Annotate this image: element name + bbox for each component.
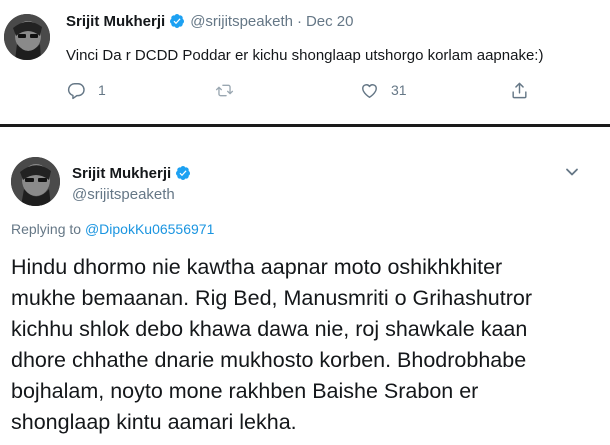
share-icon (512, 82, 527, 98)
tweet-header: Srijit Mukherji (72, 163, 196, 183)
replying-to: Replying to @DipokKu06556971 (11, 221, 214, 237)
author-name[interactable]: Srijit Mukherji (72, 165, 171, 182)
retweet-icon (215, 84, 234, 96)
reply-icon (67, 82, 85, 99)
reply-button[interactable]: 1 (67, 78, 106, 102)
tweet-actions: 1 31 (60, 78, 540, 102)
author-handle[interactable]: @srijitspeaketh (72, 186, 175, 203)
avatar-image (4, 14, 50, 60)
tweet-text-line: Hindu dhormo nie kawtha aapnar moto oshi… (11, 255, 503, 279)
avatar-image (11, 157, 60, 206)
like-count: 31 (391, 82, 407, 98)
chevron-down-icon[interactable] (564, 164, 580, 180)
share-button[interactable] (510, 78, 529, 102)
timeline-tweet[interactable]: Srijit Mukherji @srijitspeaketh · Dec 20… (0, 0, 610, 107)
tweet-text-line: bojhalam, noyto mone rakhben Baishe Srab… (11, 379, 479, 403)
reply-count: 1 (98, 82, 106, 98)
avatar[interactable] (4, 14, 50, 60)
tweet-text-line: shonglaap kintu aamari lekha. (11, 410, 297, 434)
like-button[interactable]: 31 (360, 78, 407, 102)
tweet-text: Vinci Da r DCDD Poddar er kichu shonglaa… (66, 47, 544, 64)
separator-dot: · (296, 12, 302, 30)
tweet-text-line: dhore chhathe dnarie mukhosto korben. Bh… (11, 348, 527, 372)
section-divider (0, 124, 610, 127)
tweet-date[interactable]: Dec 20 (306, 13, 354, 30)
verified-badge-icon (170, 14, 185, 28)
tweet-text-line: mukhe bemaanan. Rig Bed, Manusmriti o Gr… (11, 286, 533, 310)
mention-link[interactable]: @DipokKu06556971 (85, 221, 214, 237)
replying-to-label: Replying to (11, 221, 82, 237)
author-name[interactable]: Srijit Mukherji (66, 13, 165, 30)
tweet-text: Hindu dhormo nie kawtha aapnar moto oshi… (11, 252, 601, 438)
tweet-header: Srijit Mukherji @srijitspeaketh · Dec 20 (66, 11, 354, 31)
avatar[interactable] (11, 157, 60, 206)
retweet-button[interactable] (215, 78, 234, 102)
like-icon (362, 83, 377, 98)
verified-badge-icon (176, 166, 191, 180)
tweet-text-line: kichhu shlok debo khawa dawa nie, roj sh… (11, 317, 528, 341)
author-handle[interactable]: @srijitspeaketh (190, 13, 293, 30)
